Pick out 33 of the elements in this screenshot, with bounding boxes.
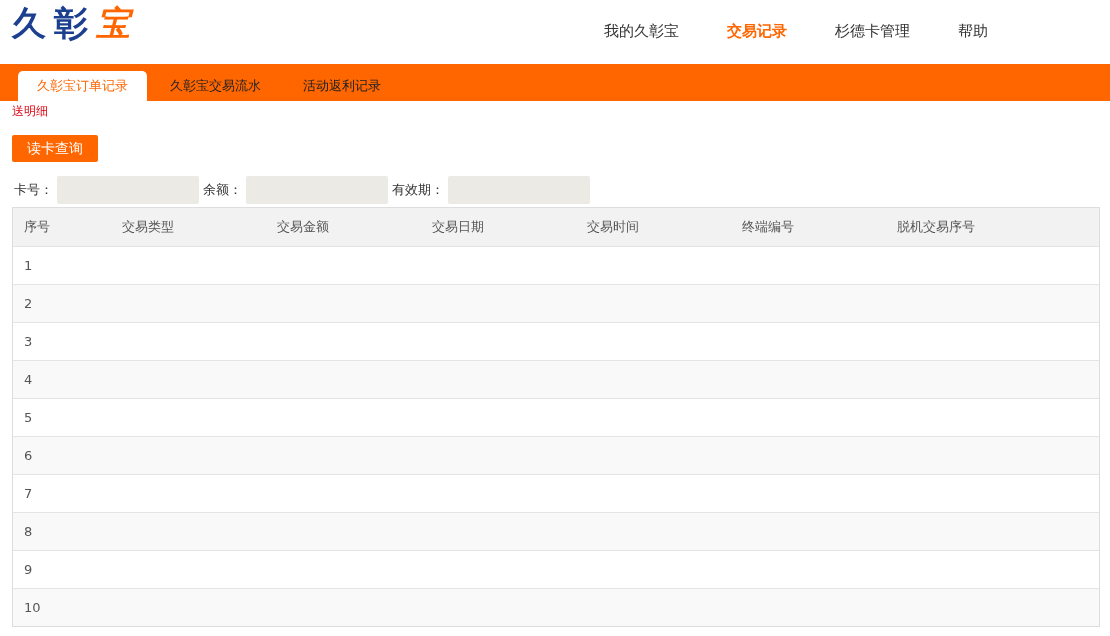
table-cell-text: 3 xyxy=(23,334,34,349)
read-card-button[interactable]: 读卡查询 xyxy=(12,135,98,162)
nav-link[interactable]: 杉德卡管理 xyxy=(811,21,934,41)
field-label: 有效期： xyxy=(392,181,444,199)
column-header: 交易时间 xyxy=(586,218,640,236)
field-label: 卡号： xyxy=(14,181,53,199)
column-header: 交易类型 xyxy=(121,218,175,236)
table-cell-text: 6 xyxy=(23,448,34,463)
tab[interactable]: 久彰宝订单记录 xyxy=(18,71,147,101)
column-header: 交易日期 xyxy=(431,218,485,236)
input-field[interactable] xyxy=(448,176,590,204)
table-cell-text: 10 xyxy=(23,600,42,615)
notice-text: 送明细 xyxy=(11,103,49,118)
table-cell-text: 7 xyxy=(23,486,34,501)
logo: 久彰 宝 xyxy=(12,2,138,45)
column-header: 序号 xyxy=(23,218,51,236)
table-cell-text: 1 xyxy=(23,258,34,273)
table-cell-text: 4 xyxy=(23,372,34,387)
table-cell-text: 2 xyxy=(23,296,34,311)
tab[interactable]: 活动返利记录 xyxy=(284,71,400,101)
tab[interactable]: 久彰宝交易流水 xyxy=(151,71,280,101)
field-label: 余额： xyxy=(203,181,242,199)
column-header: 交易金额 xyxy=(276,218,330,236)
table-cell-text: 8 xyxy=(23,524,34,539)
table-cell-text: 5 xyxy=(23,410,34,425)
table-cell-text: 9 xyxy=(23,562,34,577)
column-header: 脱机交易序号 xyxy=(896,218,976,236)
nav-link[interactable]: 交易记录 xyxy=(703,21,811,41)
column-header: 终端编号 xyxy=(741,218,795,236)
input-field[interactable] xyxy=(57,176,199,204)
nav-link[interactable]: 我的久彰宝 xyxy=(580,21,703,41)
nav-link[interactable]: 帮助 xyxy=(934,21,1012,41)
input-field[interactable] xyxy=(246,176,388,204)
